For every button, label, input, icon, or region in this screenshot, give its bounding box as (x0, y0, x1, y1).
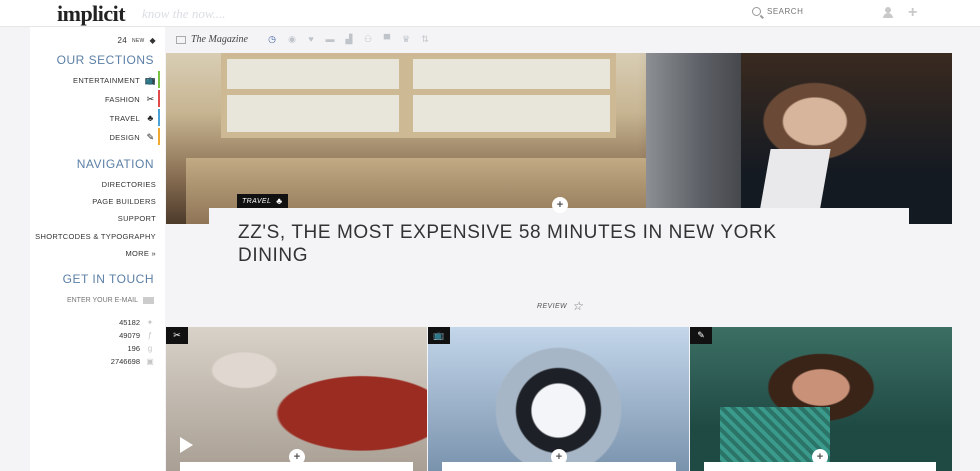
sidebar-item-fashion[interactable]: FASHION ✂ (104, 90, 160, 107)
top-bar: implicit know the now.... + (0, 0, 980, 27)
sidebar-item-label: DESIGN (109, 132, 140, 142)
hero-curtain-illustration (646, 53, 756, 224)
tv-icon: 📺 (428, 327, 450, 344)
google-plus-icon: g (147, 344, 153, 353)
nav-item-more[interactable]: MORE » (125, 249, 156, 258)
sections-heading: OUR SECTIONS (56, 53, 154, 67)
thumb-plus-icon[interactable]: + (551, 449, 567, 465)
thumb-plus-icon[interactable]: + (289, 449, 305, 465)
palm-tree-icon: ♣ (276, 196, 283, 206)
pen-icon: ✎ (146, 131, 155, 142)
email-field[interactable] (58, 297, 138, 304)
clock-icon[interactable]: ◷ (267, 34, 277, 44)
heart-icon[interactable]: ♥ (306, 34, 316, 44)
scissors-icon: ✂ (146, 93, 155, 104)
sidebar-item-label: ENTERTAINMENT (73, 75, 140, 85)
contact-heading: GET IN TOUCH (62, 272, 154, 286)
nav-item-page-builders[interactable]: PAGE BUILDERS (92, 197, 156, 206)
facebook-count: 49079 (119, 331, 140, 340)
trophy-icon[interactable]: ♛ (401, 34, 411, 44)
facebook-icon: ƒ (147, 331, 153, 340)
sidebar-item-design[interactable]: DESIGN ✎ (109, 128, 160, 145)
eye-icon[interactable]: ◉ (287, 34, 297, 44)
newsletter-form (58, 297, 154, 304)
play-icon[interactable] (180, 437, 193, 453)
social-facebook[interactable]: 49079 ƒ (119, 331, 154, 340)
new-counter[interactable]: 24 NEW ◆ (117, 36, 156, 45)
user-icon[interactable] (883, 7, 893, 19)
new-label: NEW (131, 37, 145, 44)
youtube-icon: ▣ (146, 357, 154, 366)
google-plus-count: 196 (127, 344, 140, 353)
review-label: REVIEW (537, 302, 568, 310)
nav-item-directories[interactable]: DIRECTORIES (102, 180, 156, 189)
hero-category-label: TRAVEL (242, 197, 272, 205)
navigation-heading: NAVIGATION (76, 157, 154, 171)
travel-color-bar (158, 109, 160, 126)
new-count: 24 (117, 36, 127, 45)
magazine-tab[interactable]: The Magazine (176, 34, 248, 45)
sidebar: 24 NEW ◆ OUR SECTIONS ENTERTAINMENT 📺 FA… (30, 27, 165, 471)
pen-icon: ✎ (690, 327, 712, 344)
nav-item-support[interactable]: SUPPORT (118, 214, 156, 223)
design-color-bar (158, 128, 160, 145)
entertainment-color-bar (158, 71, 160, 88)
social-youtube[interactable]: 2746698 ▣ (111, 357, 154, 366)
sidebar-item-travel[interactable]: TRAVEL ♣ (109, 109, 160, 126)
comment-icon[interactable]: ▬ (325, 34, 335, 44)
search-icon[interactable] (752, 7, 761, 16)
signal-icon[interactable]: ▟ (344, 34, 354, 44)
nav-item-shortcodes[interactable]: SHORTCODES & TYPOGRAPHY (35, 232, 156, 241)
social-twitter[interactable]: 45182 ✦ (119, 318, 154, 327)
youtube-count: 2746698 (110, 357, 140, 366)
site-tagline: know the now.... (142, 6, 226, 21)
arrow-icon: ◆ (149, 36, 156, 45)
sidebar-item-label: FASHION (104, 94, 140, 104)
sidebar-item-entertainment[interactable]: ENTERTAINMENT 📺 (73, 71, 160, 88)
fashion-color-bar (158, 90, 160, 107)
site-logo[interactable]: implicit (57, 1, 126, 27)
twitter-count: 45182 (119, 318, 140, 327)
users-icon[interactable]: ⚇ (363, 34, 373, 44)
star-icon: ☆ (572, 299, 584, 313)
chat-icon[interactable]: ▀ (382, 34, 392, 44)
magazine-label: The Magazine (191, 34, 248, 45)
sort-icon[interactable]: ⇅ (420, 34, 430, 44)
thumb-plus-icon[interactable]: + (812, 449, 828, 465)
twitter-icon: ✦ (146, 318, 154, 327)
scissors-icon: ✂ (166, 327, 188, 344)
sidebar-item-label: TRAVEL (109, 113, 140, 123)
mail-icon[interactable] (143, 297, 154, 304)
plus-icon[interactable]: + (908, 4, 917, 22)
review-link[interactable]: REVIEW ☆ (537, 299, 583, 313)
palm-tree-icon: ♣ (147, 113, 154, 123)
magazine-icon (176, 35, 186, 44)
hero-window-illustration (221, 53, 616, 138)
content-toolbar: The Magazine ◷ ◉ ♥ ▬ ▟ ⚇ ▀ ♛ ⇅ (165, 27, 980, 53)
hero-plus-icon[interactable]: + (552, 197, 568, 213)
tv-icon: 📺 (144, 74, 157, 85)
search-bar[interactable] (752, 7, 857, 16)
social-google-plus[interactable]: 196 g (127, 344, 154, 353)
search-input[interactable] (767, 7, 857, 16)
hero-title[interactable]: ZZ'S, THE MOST EXPENSIVE 58 MINUTES IN N… (238, 221, 838, 267)
hero-category-badge[interactable]: TRAVEL ♣ (237, 194, 288, 208)
